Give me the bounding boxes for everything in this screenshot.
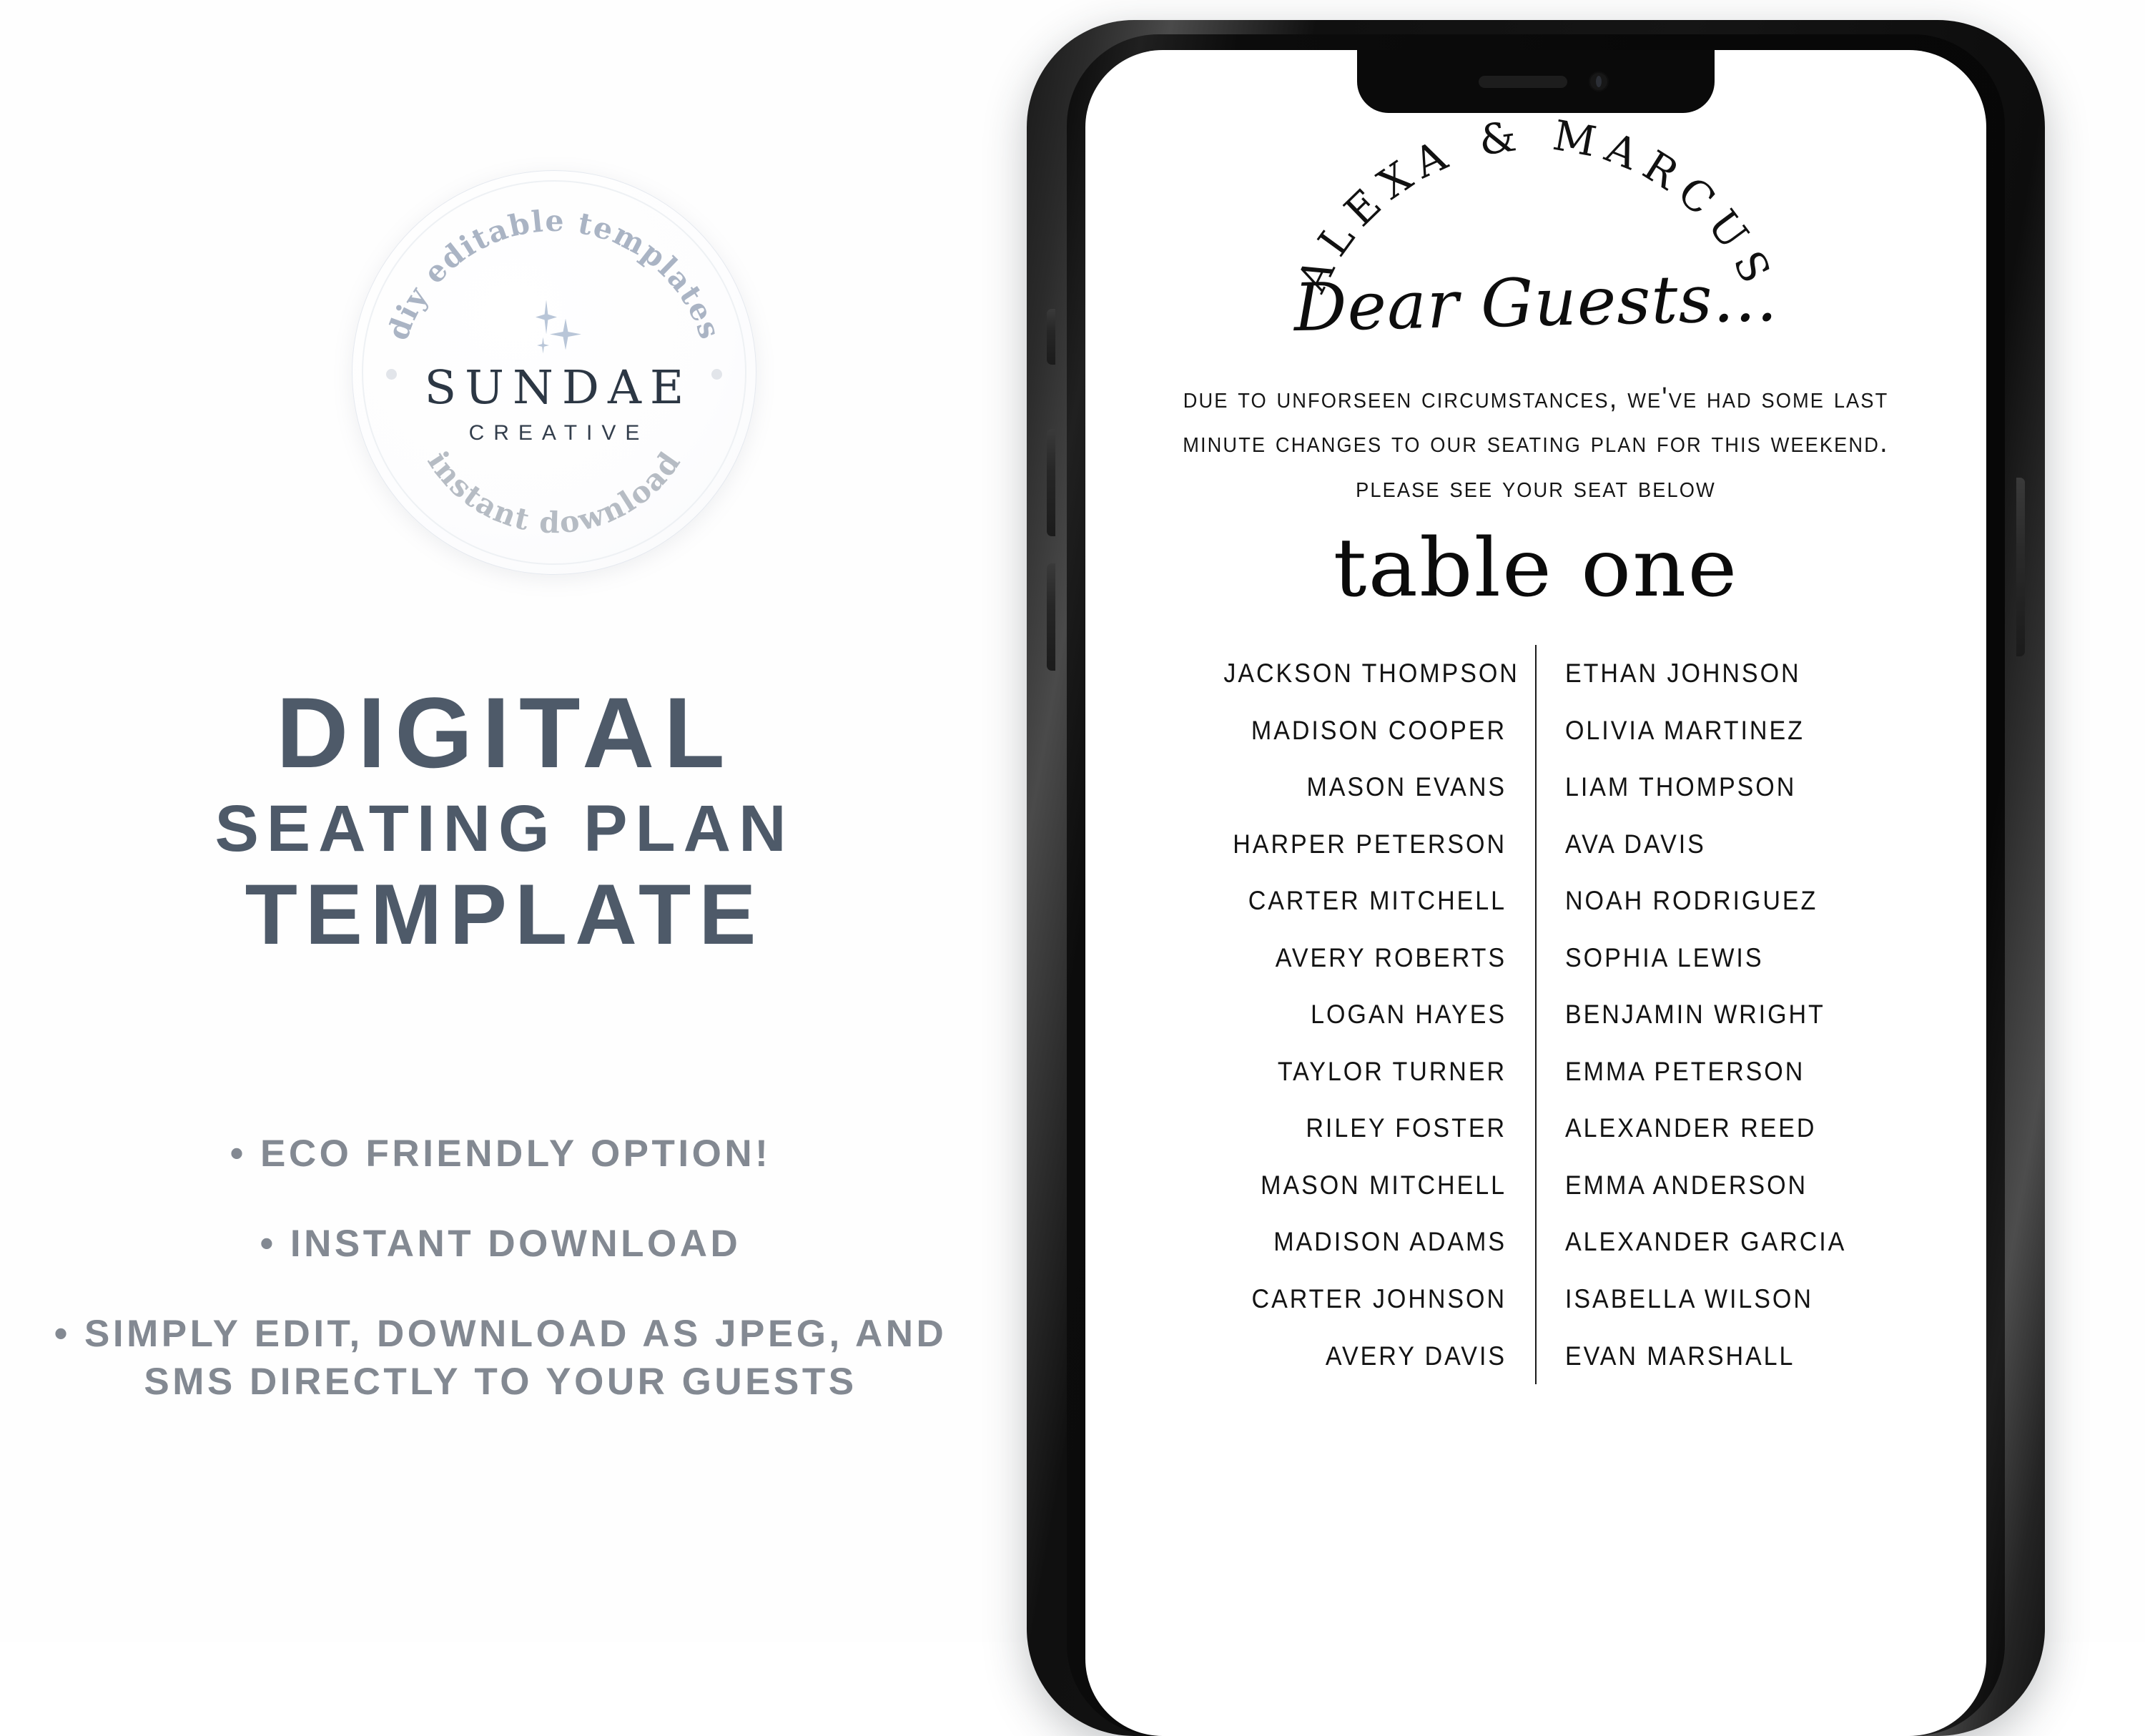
headline-line-2: SEATING PLAN [214, 792, 794, 865]
guest-column-right: ETHAN JOHNSON OLIVIA MARTINEZ LIAM THOMP… [1537, 645, 1873, 1384]
guest-column-left: JACKSON THOMPSON MADISON COOPER MASON EV… [1199, 645, 1535, 1384]
list-item: LIAM THOMPSON [1565, 772, 1797, 802]
list-item: CARTER JOHNSON [1251, 1284, 1507, 1314]
brand-wordmark: SUNDAE [424, 360, 693, 415]
list-item: TAYLOR TURNER [1277, 1056, 1507, 1086]
list-item: EMMA ANDERSON [1565, 1170, 1808, 1200]
phone-mockup: ALEXA & MARCUS Dear Guests... Due to unf… [1002, 20, 2075, 1736]
headline-line-3: TEMPLATE [245, 867, 764, 962]
phone-notch [1357, 50, 1715, 113]
list-item: MADISON ADAMS [1273, 1227, 1507, 1257]
list-item: • SIMPLY EDIT, DOWNLOAD AS JPEG, AND SMS… [54, 1312, 947, 1404]
volume-up-button[interactable] [1047, 429, 1055, 536]
front-camera-icon [1589, 71, 1609, 92]
list-item: NOAH RODRIGUEZ [1565, 886, 1818, 916]
headline-line-1: DIGITAL [276, 676, 734, 789]
list-item: EMMA PETERSON [1565, 1056, 1805, 1086]
phone-screen[interactable]: ALEXA & MARCUS Dear Guests... Due to unf… [1085, 50, 1986, 1736]
list-item: BENJAMIN WRIGHT [1565, 1000, 1825, 1030]
sparkle-large-icon [550, 318, 581, 350]
list-item: ALEXANDER GARCIA [1565, 1227, 1847, 1257]
list-item: AVERY ROBERTS [1275, 942, 1507, 972]
intro-paragraph: Due to unforseen circumstances, we've ha… [1183, 381, 1889, 503]
brand-sub-wordmark: CREATIVE [468, 420, 649, 445]
list-item: AVERY DAVIS [1325, 1341, 1507, 1371]
speaker-grille-icon [1479, 76, 1567, 88]
list-item: MASON MITCHELL [1261, 1170, 1507, 1200]
feature-list: • ECO FRIENDLY OPTION! • INSTANT DOWNLOA… [0, 1130, 1001, 1406]
list-item: EVAN MARSHALL [1565, 1341, 1795, 1371]
brand-badge: diy editable templates instant download … [352, 170, 756, 575]
page-title: DIGITAL SEATING PLAN TEMPLATE [0, 676, 1001, 962]
table-title: table one [1333, 522, 1739, 615]
list-item: • ECO FRIENDLY OPTION! [230, 1133, 771, 1175]
list-item: LOGAN HAYES [1311, 1000, 1507, 1030]
sparkle-small-bottom-icon [537, 337, 549, 354]
sparkle-icon [511, 300, 597, 357]
mute-switch[interactable] [1047, 309, 1055, 365]
list-item: AVA DAVIS [1565, 829, 1706, 859]
list-item: MASON EVANS [1306, 772, 1507, 802]
guest-list: JACKSON THOMPSON MADISON COOPER MASON EV… [1085, 645, 1986, 1385]
list-item: ISABELLA WILSON [1565, 1284, 1813, 1314]
camera-lens-icon [1596, 76, 1602, 87]
greeting-script: Dear Guests... [1293, 259, 1779, 347]
list-item: ETHAN JOHNSON [1565, 659, 1801, 688]
list-item: RILEY FOSTER [1306, 1113, 1507, 1143]
sparkle-small-top-icon [536, 300, 557, 335]
phone-frame: ALEXA & MARCUS Dear Guests... Due to unf… [1027, 20, 2045, 1736]
volume-down-button[interactable] [1047, 563, 1055, 671]
marketing-left-panel: diy editable templates instant download … [0, 0, 1001, 1642]
list-item: CARTER MITCHELL [1248, 886, 1507, 916]
badge-center-lockup: SUNDAE CREATIVE [352, 170, 756, 575]
list-item: JACKSON THOMPSON [1223, 659, 1519, 688]
list-item: MADISON COOPER [1251, 715, 1507, 745]
list-item: SOPHIA LEWIS [1565, 942, 1764, 972]
list-item: HARPER PETERSON [1233, 829, 1507, 859]
list-item: ALEXANDER REED [1565, 1113, 1817, 1143]
list-item: OLIVIA MARTINEZ [1565, 715, 1805, 745]
power-button[interactable] [2016, 478, 2025, 656]
list-item: • INSTANT DOWNLOAD [260, 1222, 741, 1265]
